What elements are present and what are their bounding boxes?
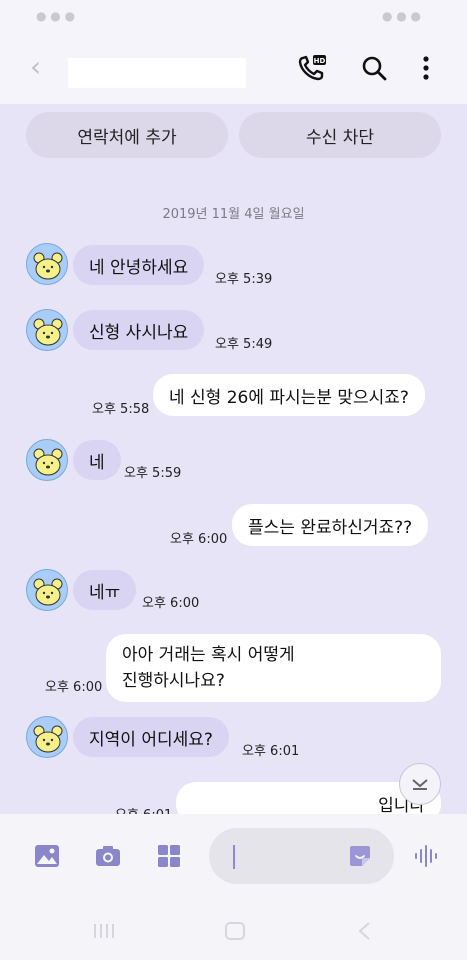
- svg-text:HD: HD: [314, 57, 326, 65]
- avatar[interactable]: [26, 243, 68, 285]
- back-nav-icon[interactable]: [356, 921, 372, 945]
- message-bubble-incoming[interactable]: 네 안녕하세요: [73, 245, 205, 285]
- message-bubble-incoming[interactable]: 네: [73, 440, 121, 480]
- bear-avatar-icon: [33, 725, 63, 753]
- message-time: 오후 5:59: [124, 466, 182, 481]
- recents-icon[interactable]: [92, 922, 116, 944]
- gallery-icon[interactable]: [34, 844, 60, 872]
- status-icons: ● ● ●: [381, 9, 421, 23]
- message-line: 아아 거래는 혹시 어떻게: [122, 645, 295, 665]
- message-time: 오후 6:00: [142, 596, 200, 611]
- voice-wave-icon[interactable]: [414, 844, 440, 872]
- message-time: 오후 5:39: [215, 272, 273, 287]
- home-icon[interactable]: [224, 921, 246, 945]
- message-bubble-incoming[interactable]: 지역이 어디세요?: [73, 717, 229, 757]
- apps-grid-icon[interactable]: [157, 844, 181, 872]
- message-time: 오후 6:00: [170, 532, 228, 547]
- message-time: 오후 6:00: [45, 680, 103, 695]
- avatar[interactable]: [26, 716, 68, 758]
- message-time: 오후 6:01: [242, 744, 300, 759]
- bear-avatar-icon: [33, 578, 63, 606]
- message-input[interactable]: [209, 828, 394, 884]
- avatar[interactable]: [26, 309, 68, 351]
- date-separator: 2019년 11월 4일 월요일: [162, 207, 305, 222]
- back-icon[interactable]: ‹: [30, 53, 48, 81]
- more-vertical-icon[interactable]: [410, 52, 442, 84]
- sticker-icon[interactable]: [348, 844, 372, 872]
- block-button[interactable]: 수신 차단: [239, 112, 441, 158]
- app-bar: ‹ HD: [0, 32, 467, 104]
- input-bar: [0, 814, 467, 900]
- message-time: 오후 5:49: [215, 337, 273, 352]
- message-time: 오후 5:58: [92, 402, 150, 417]
- status-bar: ● ● ● ● ● ●: [0, 0, 467, 32]
- avatar[interactable]: [26, 439, 68, 481]
- text-caret: [233, 845, 235, 869]
- message-bubble-outgoing[interactable]: 아아 거래는 혹시 어떻게 진행하시나요?: [106, 634, 441, 702]
- add-contact-button[interactable]: 연락처에 추가: [26, 112, 228, 158]
- message-bubble-incoming[interactable]: 신형 사시나요: [73, 310, 205, 350]
- scroll-down-button[interactable]: [399, 763, 441, 805]
- camera-icon[interactable]: [95, 845, 121, 871]
- message-bubble-outgoing[interactable]: 플스는 완료하신거죠??: [232, 504, 429, 546]
- status-time: ● ● ●: [36, 9, 76, 23]
- hd-voice-call-icon[interactable]: HD: [296, 52, 328, 84]
- message-bubble-incoming[interactable]: 네ㅠ: [73, 570, 137, 610]
- message-line: 진행하시나요?: [122, 671, 225, 691]
- system-nav-bar: [0, 900, 467, 960]
- contact-name-redacted: [68, 58, 246, 88]
- message-bubble-outgoing[interactable]: 네 신형 26에 파시는분 맞으시죠?: [153, 374, 425, 416]
- chevron-down-icon: [412, 779, 428, 790]
- avatar[interactable]: [26, 569, 68, 611]
- bear-avatar-icon: [33, 448, 63, 476]
- bear-avatar-icon: [33, 318, 63, 346]
- bear-avatar-icon: [33, 252, 63, 280]
- search-icon[interactable]: [358, 52, 390, 84]
